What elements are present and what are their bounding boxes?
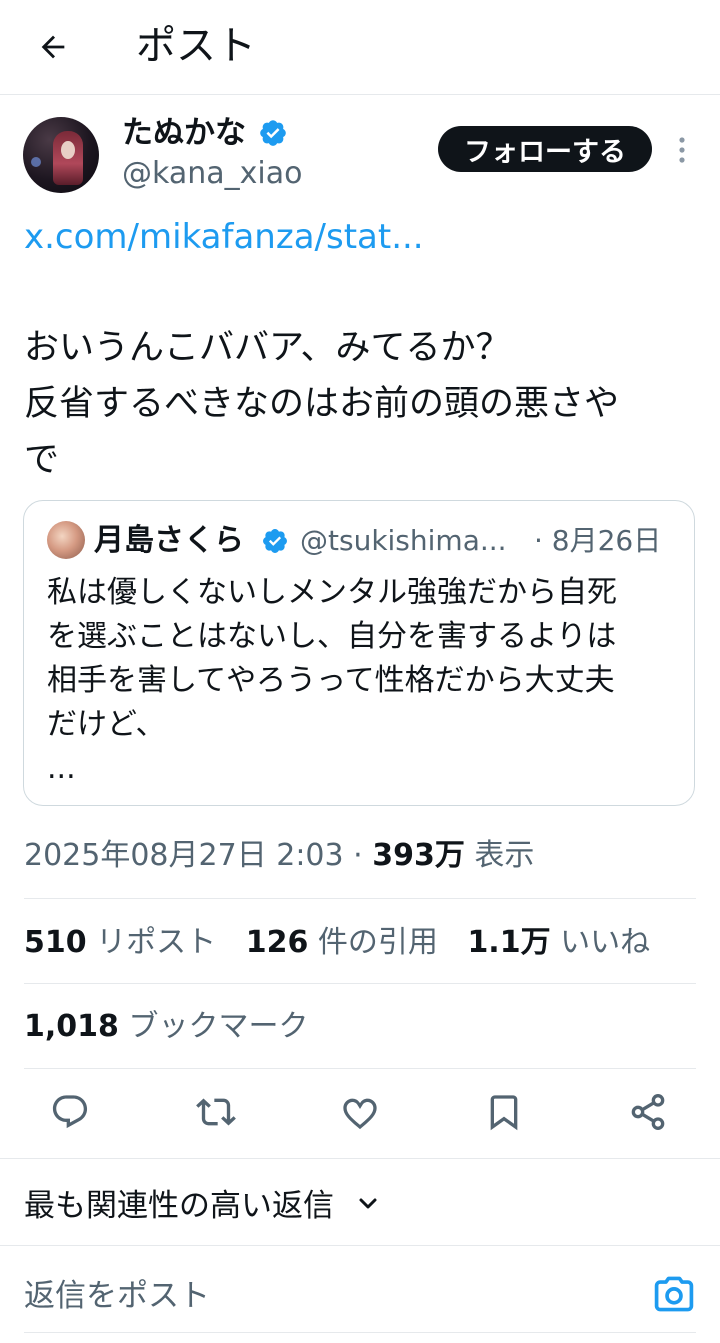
share-icon — [631, 1094, 665, 1131]
engagement-stats: 510 リポスト 126 件の引用 1.1万 いいね — [24, 922, 670, 964]
post-text: おいうんこババア、みてるか？ 反省するべきなのはお前の頭の悪さや で — [24, 328, 620, 480]
share-button[interactable] — [626, 1090, 670, 1134]
reply-button[interactable] — [48, 1090, 92, 1134]
camera-icon[interactable] — [652, 1272, 696, 1316]
bookmark-button[interactable] — [482, 1090, 526, 1134]
divider — [24, 983, 696, 984]
quotes-count: 126 — [245, 925, 309, 960]
bookmarks-stat[interactable]: 1,018 ブックマーク — [24, 1006, 308, 1048]
reposts-label: リポスト — [96, 925, 217, 960]
quotes-stat[interactable]: 126 件の引用 — [246, 922, 438, 964]
repost-button[interactable] — [194, 1090, 238, 1134]
post-timestamp-views: 2025年08月27日 2:03 · 393万 表示 — [24, 835, 534, 877]
like-icon — [343, 1098, 377, 1130]
reply-input[interactable]: 返信をポスト — [24, 1275, 210, 1317]
likes-count: 1.1万 — [467, 925, 551, 960]
top-bar: ポスト — [0, 0, 720, 95]
page-title: ポスト — [136, 23, 256, 69]
views-label: 表示 — [464, 838, 535, 873]
likes-label: いいね — [560, 925, 651, 960]
chevron-down-icon[interactable] — [356, 1192, 380, 1216]
quoted-post-ellipsis: ... — [47, 751, 76, 786]
likes-stat[interactable]: 1.1万 いいね — [467, 922, 650, 964]
post-link[interactable]: x.com/mikafanza/stat... — [24, 214, 424, 260]
back-button[interactable] — [28, 22, 78, 72]
divider — [0, 1245, 720, 1246]
repost-icon — [196, 1098, 236, 1126]
divider — [0, 1158, 720, 1159]
more-vertical-icon — [679, 137, 685, 163]
verified-badge-icon — [260, 120, 286, 146]
quoted-post[interactable]: 月島さくら @tsukishima... · 8月26日 私は優しくないしメンタ… — [23, 500, 695, 806]
author-avatar[interactable] — [23, 117, 99, 193]
bookmarks-label: ブックマーク — [128, 1009, 309, 1044]
bookmark-icon — [490, 1095, 518, 1131]
author-display-name[interactable]: たぬかな — [122, 113, 246, 153]
author-handle[interactable]: @kana_xiao — [122, 155, 302, 193]
follow-button[interactable]: フォローする — [438, 126, 652, 172]
divider — [24, 1332, 696, 1333]
reply-sort-dropdown[interactable]: 最も関連性の高い返信 — [24, 1185, 334, 1227]
views-count: 393万 — [372, 838, 465, 873]
quoted-post-text: 私は優しくないしメンタル強強だから自死 を選ぶことはないし、自分を害するよりは … — [47, 575, 617, 742]
verified-badge-icon — [263, 529, 287, 553]
arrow-left-icon — [41, 35, 65, 59]
divider — [24, 1068, 696, 1069]
post-datetime: 2025年08月27日 2:03 · — [24, 838, 373, 873]
reply-icon — [52, 1095, 88, 1129]
reposts-count: 510 — [24, 925, 87, 960]
reposts-stat[interactable]: 510 リポスト — [24, 922, 216, 964]
quoted-post-date: · 8月26日 — [534, 524, 662, 557]
more-options-button[interactable] — [668, 130, 696, 170]
quoted-author-handle: @tsukishima... — [300, 524, 507, 557]
like-button[interactable] — [338, 1090, 382, 1134]
divider — [24, 898, 696, 899]
quoted-author-name: 月島さくら — [94, 523, 244, 558]
quotes-label: 件の引用 — [317, 925, 438, 960]
quoted-author-avatar — [47, 521, 85, 559]
bookmarks-count: 1,018 — [24, 1009, 119, 1044]
